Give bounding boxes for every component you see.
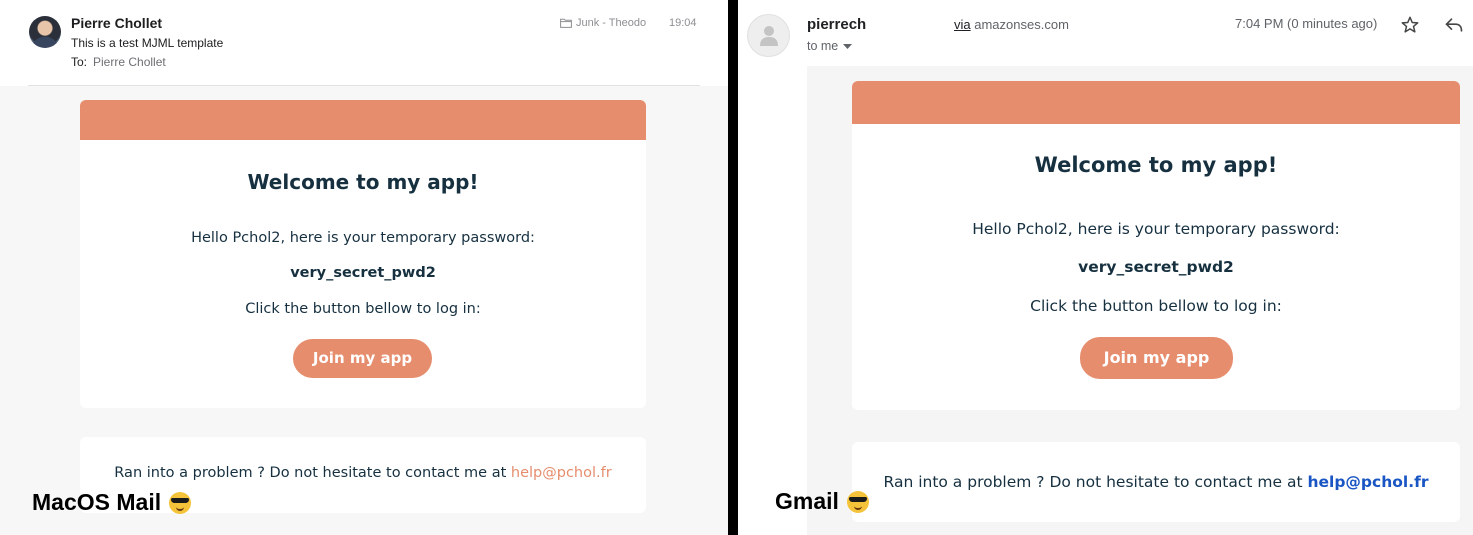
email-title: Welcome to my app! <box>1034 153 1278 177</box>
chevron-down-icon <box>843 43 853 49</box>
recipient-line: To: Pierre Chollet <box>71 55 166 69</box>
temporary-password: very_secret_pwd2 <box>290 265 436 281</box>
received-time: 19:04 <box>669 17 697 29</box>
footer-message: Ran into a problem ? Do not hesitate to … <box>114 465 511 481</box>
help-email-link[interactable]: help@pchol.fr <box>511 465 612 481</box>
client-label: Gmail <box>775 488 869 515</box>
to-label: To: <box>71 55 88 69</box>
join-app-button[interactable]: Join my app <box>1080 337 1233 379</box>
sender-avatar[interactable] <box>29 16 61 48</box>
default-avatar-icon <box>760 26 778 46</box>
recipient-toggle[interactable]: to me <box>807 39 853 53</box>
sender-name[interactable]: pierrech <box>807 16 866 33</box>
temporary-password: very_secret_pwd2 <box>1078 258 1234 276</box>
sender-avatar[interactable] <box>747 14 790 57</box>
macos-mail-panel: Pierre Chollet This is a test MJML templ… <box>0 0 728 535</box>
mailbox-folder[interactable]: Junk - Theodo <box>560 17 646 29</box>
email-card: Welcome to my app! Hello Pchol2, here is… <box>852 81 1460 410</box>
via-link[interactable]: via <box>954 17 971 32</box>
email-body: Welcome to my app! Hello Pchol2, here is… <box>0 86 728 535</box>
gmail-panel: pierrech to me via amazonses.com 7:04 PM… <box>738 0 1473 535</box>
folder-icon <box>560 18 572 28</box>
recipient-name[interactable]: Pierre Chollet <box>93 55 166 69</box>
footer-text: Ran into a problem ? Do not hesitate to … <box>852 473 1460 491</box>
footer-card: Ran into a problem ? Do not hesitate to … <box>852 442 1460 522</box>
help-email-link[interactable]: help@pchol.fr <box>1307 473 1428 491</box>
received-time: 7:04 PM (0 minutes ago) <box>1235 16 1378 31</box>
panel-divider <box>728 0 738 535</box>
via-domain: via amazonses.com <box>954 17 1069 32</box>
email-subject: This is a test MJML template <box>71 36 224 50</box>
instruction-text: Click the button bellow to log in: <box>1030 297 1282 315</box>
instruction-text: Click the button bellow to log in: <box>245 301 481 317</box>
sunglasses-emoji-icon <box>169 491 192 514</box>
reply-icon[interactable] <box>1443 15 1465 35</box>
sending-domain: amazonses.com <box>974 17 1069 32</box>
join-app-button[interactable]: Join my app <box>293 339 432 378</box>
card-header-banner <box>852 81 1460 124</box>
footer-text: Ran into a problem ? Do not hesitate to … <box>80 465 646 481</box>
sender-name[interactable]: Pierre Chollet <box>71 15 162 31</box>
greeting-text: Hello Pchol2, here is your temporary pas… <box>191 230 535 246</box>
folder-name: Junk - Theodo <box>576 17 647 29</box>
email-title: Welcome to my app! <box>247 170 479 194</box>
email-body: Welcome to my app! Hello Pchol2, here is… <box>807 66 1473 535</box>
footer-message: Ran into a problem ? Do not hesitate to … <box>883 473 1308 491</box>
client-label-text: Gmail <box>775 488 839 514</box>
card-header-banner <box>80 100 646 140</box>
client-label-text: MacOS Mail <box>32 489 162 515</box>
sunglasses-emoji-icon <box>846 490 869 513</box>
to-me-label: to me <box>807 39 839 53</box>
email-card: Welcome to my app! Hello Pchol2, here is… <box>80 100 646 408</box>
star-icon[interactable] <box>1400 15 1420 35</box>
greeting-text: Hello Pchol2, here is your temporary pas… <box>972 220 1340 238</box>
client-label: MacOS Mail <box>32 489 192 516</box>
